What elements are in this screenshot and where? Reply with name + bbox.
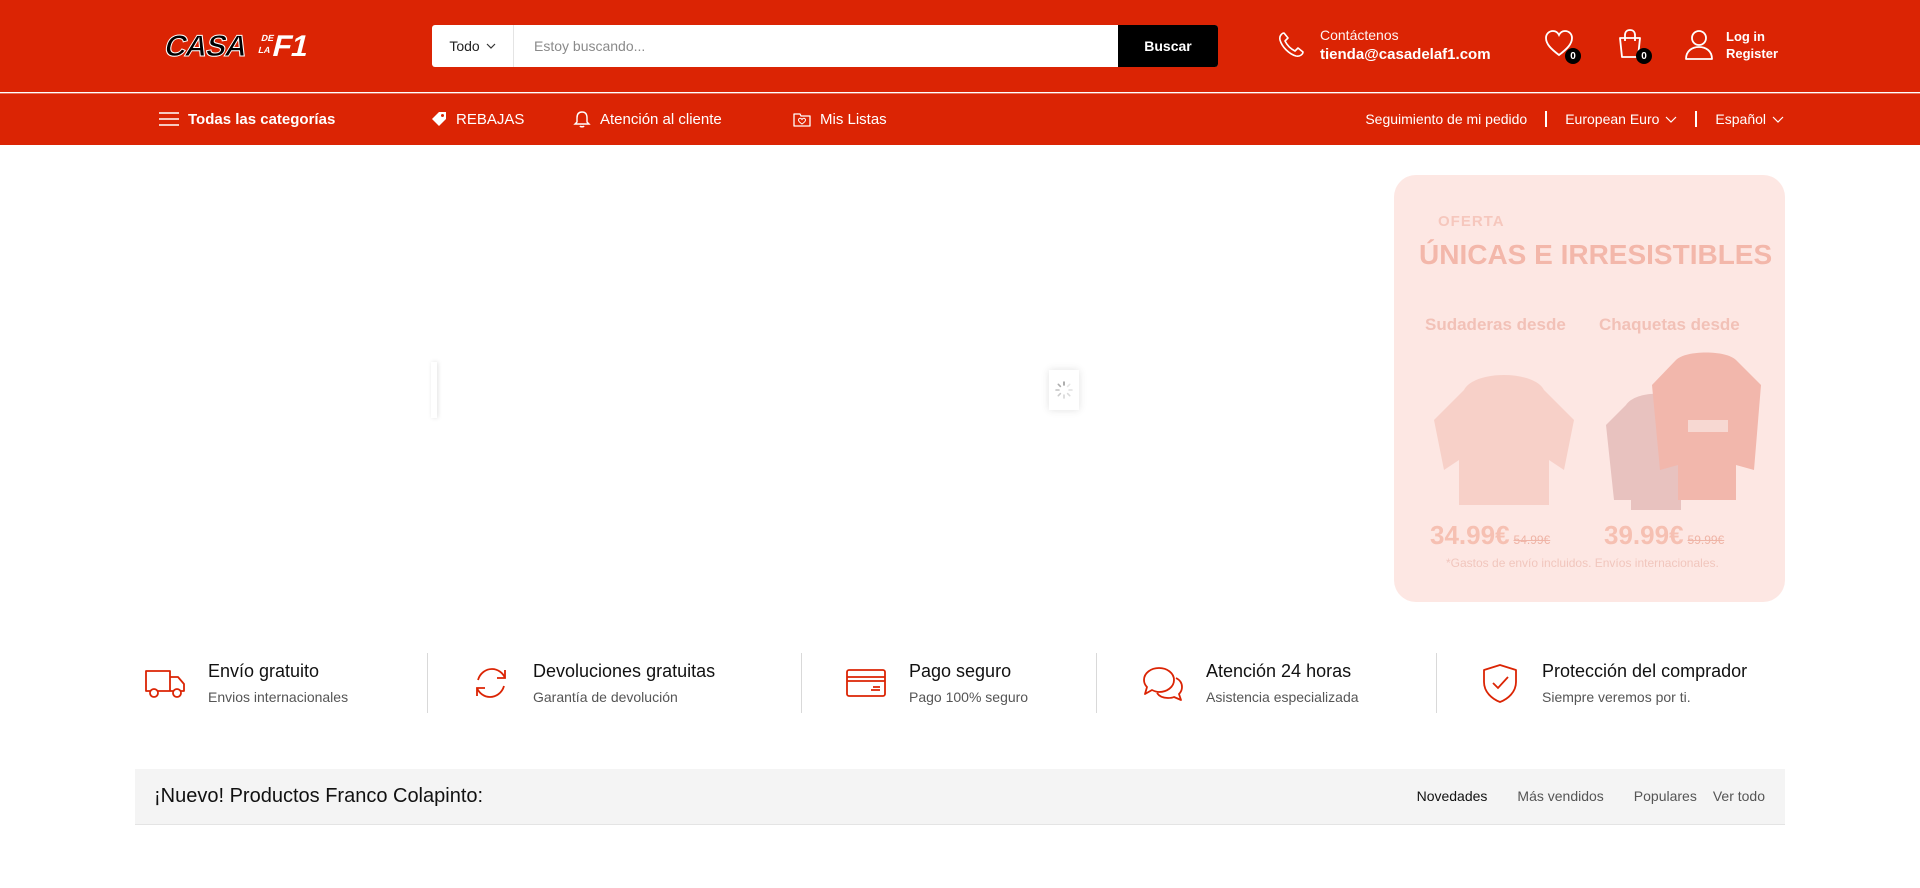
feature-free-shipping: Envío gratuito Envios internacionales	[144, 653, 348, 713]
promo-left-price-value: 34.99€	[1430, 520, 1510, 550]
hamburger-menu-icon	[159, 112, 179, 126]
all-categories-label: Todas las categorías	[188, 110, 336, 128]
site-logo[interactable]: CASA DE LA F1	[160, 28, 320, 63]
feature-title: Atención 24 horas	[1206, 661, 1352, 681]
search-bar: Todo Buscar	[432, 25, 1218, 67]
logo-graphic: CASA DE LA F1	[161, 29, 313, 63]
phone-icon	[1279, 32, 1304, 57]
slider-prev-arrow[interactable]	[431, 362, 437, 418]
nav-item-label: Atención al cliente	[600, 110, 722, 128]
feature-subtitle: Asistencia especializada	[1206, 689, 1359, 705]
bell-icon	[573, 111, 591, 128]
credit-card-icon	[846, 669, 886, 697]
divider	[1545, 111, 1548, 127]
divider	[1695, 111, 1698, 127]
all-categories-menu[interactable]: Todas las categorías	[159, 93, 335, 145]
feature-divider	[1096, 653, 1097, 713]
shield-check-icon	[1483, 664, 1517, 703]
feature-secure-payment: Pago seguro Pago 100% seguro	[845, 653, 1028, 713]
promo-left-old-price: 54.99€	[1513, 533, 1551, 547]
feature-divider	[427, 653, 428, 713]
contact-label: Contáctenos	[1320, 27, 1399, 43]
promo-right-old-price: 59.99€	[1687, 533, 1725, 547]
user-icon	[1685, 30, 1713, 60]
contact-block[interactable]: Contáctenos tienda@casadelaf1.com	[1276, 27, 1491, 63]
svg-text:F1: F1	[269, 29, 312, 62]
feature-subtitle: Pago 100% seguro	[909, 689, 1029, 705]
cart-button[interactable]: 0	[1614, 28, 1652, 64]
feature-title: Pago seguro	[909, 661, 1012, 681]
chevron-down-icon	[1665, 116, 1677, 123]
currency-label: European Euro	[1565, 111, 1660, 127]
folder-heart-icon	[793, 113, 811, 127]
truck-icon	[145, 670, 185, 698]
chevron-down-icon	[1772, 116, 1784, 123]
feature-divider	[1436, 653, 1437, 713]
nav-item-mis-listas[interactable]: Mis Listas	[793, 93, 887, 145]
feature-title: Protección del comprador	[1542, 661, 1748, 681]
tab-populares[interactable]: Populares	[1634, 788, 1697, 804]
feature-title: Devoluciones gratuitas	[533, 661, 716, 681]
feature-subtitle: Garantía de devolución	[533, 689, 678, 705]
svg-text:LA: LA	[257, 45, 272, 55]
search-button[interactable]: Buscar	[1118, 25, 1218, 67]
feature-divider	[801, 653, 802, 713]
loading-spinner	[1049, 370, 1079, 410]
nav-item-rebajas[interactable]: REBAJAS	[431, 93, 524, 145]
tab-ver-todo[interactable]: Ver todo	[1713, 788, 1765, 804]
account-block[interactable]: Log in Register	[1684, 28, 1778, 62]
chat-icon	[1143, 667, 1183, 701]
feature-support-24h: Atención 24 horas Asistencia especializa…	[1140, 653, 1359, 713]
promo-right-label: Chaquetas desde	[1599, 315, 1740, 334]
tab-novedades[interactable]: Novedades	[1417, 788, 1488, 804]
contact-email[interactable]: tienda@casadelaf1.com	[1320, 46, 1491, 63]
register-link[interactable]: Register	[1726, 45, 1778, 62]
promo-banner[interactable]: OFERTA ÚNICAS E IRRESISTIBLES Sudaderas …	[1394, 175, 1785, 602]
promo-right-price-value: 39.99€	[1604, 520, 1684, 550]
jacket-image	[1606, 352, 1761, 510]
chevron-down-icon	[486, 43, 496, 49]
nav-item-label: REBAJAS	[456, 110, 525, 128]
language-select[interactable]: Español	[1715, 111, 1784, 127]
svg-text:DE: DE	[260, 33, 275, 43]
promo-left-label: Sudaderas desde	[1425, 315, 1566, 334]
section-tabs: Novedades Más vendidos Populares Ver tod…	[1417, 788, 1765, 804]
promo-left-price: 34.99€ 54.99€	[1430, 520, 1550, 551]
search-category-label: Todo	[449, 38, 480, 54]
nav-item-label: Mis Listas	[820, 110, 887, 128]
feature-title: Envío gratuito	[208, 661, 320, 681]
feature-buyer-protection: Protección del comprador Siempre veremos…	[1480, 653, 1747, 713]
search-category-select[interactable]: Todo	[432, 25, 514, 67]
promo-headline: ÚNICAS E IRRESISTIBLES	[1419, 239, 1773, 270]
features-bar: Envío gratuito Envios internacionales De…	[135, 653, 1785, 713]
tab-mas-vendidos[interactable]: Más vendidos	[1517, 788, 1603, 804]
feature-subtitle: Envios internacionales	[208, 689, 349, 705]
feature-subtitle: Siempre veremos por ti.	[1542, 689, 1691, 705]
feature-free-returns: Devoluciones gratuitas Garantía de devol…	[471, 653, 715, 713]
svg-text:CASA: CASA	[161, 29, 251, 62]
section-title: ¡Nuevo! Productos Franco Colapinto:	[154, 785, 484, 807]
search-input[interactable]	[514, 25, 1118, 67]
currency-select[interactable]: European Euro	[1565, 111, 1677, 127]
nav-right-links: Seguimiento de mi pedido European Euro E…	[1365, 93, 1784, 145]
refresh-icon	[476, 668, 506, 698]
cart-count-badge: 0	[1636, 48, 1652, 64]
wishlist-button[interactable]: 0	[1543, 28, 1581, 64]
tag-icon	[432, 112, 446, 126]
promo-kicker: OFERTA	[1438, 213, 1505, 230]
language-label: Español	[1715, 111, 1766, 127]
hoodie-image	[1434, 375, 1574, 505]
order-tracking-link[interactable]: Seguimiento de mi pedido	[1365, 111, 1527, 127]
promo-right-price: 39.99€ 59.99€	[1604, 520, 1724, 551]
wishlist-count-badge: 0	[1565, 48, 1581, 64]
new-products-section: ¡Nuevo! Productos Franco Colapinto: Nove…	[135, 769, 1785, 825]
nav-item-atencion-cliente[interactable]: Atención al cliente	[573, 93, 722, 145]
spinner-icon	[1055, 381, 1073, 399]
promo-note: *Gastos de envío incluidos. Envíos inter…	[1446, 556, 1719, 570]
login-link[interactable]: Log in	[1726, 28, 1778, 45]
